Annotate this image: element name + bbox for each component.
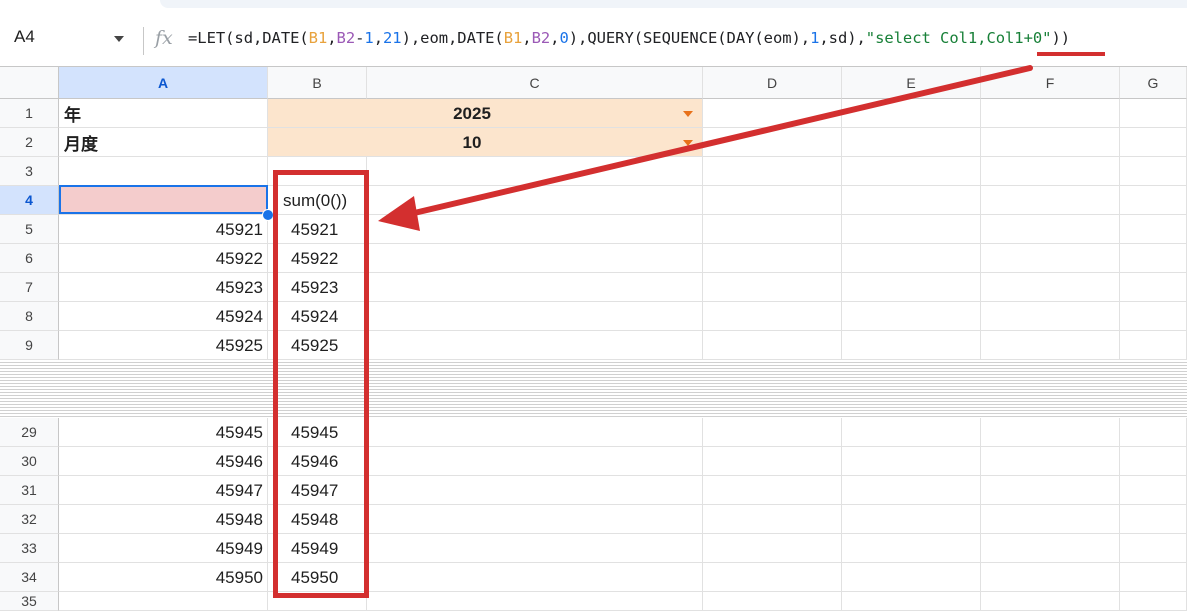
annotation-arrow: [378, 65, 1033, 231]
